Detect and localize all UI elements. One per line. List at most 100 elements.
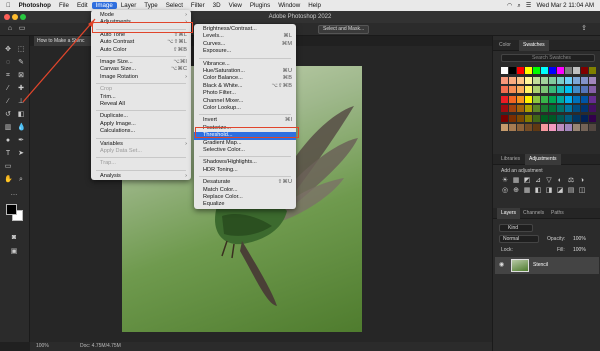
color-swatch[interactable] <box>565 114 572 122</box>
invert-icon[interactable]: ◧ <box>534 187 542 195</box>
color-swatch[interactable] <box>557 95 564 103</box>
color-swatch[interactable] <box>509 67 516 74</box>
color-swatch[interactable] <box>581 105 588 112</box>
hand-tool-icon[interactable]: ✋ <box>4 176 13 184</box>
menu-edit[interactable]: Edit <box>73 2 92 9</box>
color-swatch[interactable] <box>541 114 548 122</box>
color-swatch[interactable] <box>525 114 532 122</box>
menu-item-vibrance[interactable]: Vibrance... <box>194 61 296 68</box>
color-swatch[interactable] <box>525 86 532 93</box>
dodge-tool-icon[interactable]: ● <box>4 137 12 145</box>
menu-item-auto-color[interactable]: Auto Color ⇧⌘B <box>91 47 191 54</box>
menu-item-selective-color[interactable]: Selective Color... <box>194 147 296 154</box>
color-swatch[interactable] <box>565 67 572 74</box>
color-swatch[interactable] <box>565 95 572 103</box>
color-swatch[interactable] <box>501 67 508 74</box>
color-swatch[interactable] <box>541 86 548 93</box>
color-swatch[interactable] <box>549 124 556 131</box>
color-swatch[interactable] <box>501 105 508 112</box>
color-swatch[interactable] <box>533 67 540 74</box>
color-balance-icon[interactable]: ⚖ <box>567 177 575 185</box>
quick-mask-icon[interactable]: ◙ <box>10 234 18 242</box>
hue-saturation-icon[interactable]: ◐ <box>556 177 564 185</box>
color-swatch[interactable] <box>517 86 524 93</box>
color-swatch[interactable] <box>581 67 588 74</box>
color-swatch[interactable] <box>557 124 564 131</box>
color-swatch[interactable] <box>541 95 548 103</box>
menu-file[interactable]: File <box>55 2 73 9</box>
levels-icon[interactable]: ▦ <box>512 177 520 185</box>
zoom-level[interactable]: 100% <box>36 342 49 351</box>
menu-view[interactable]: View <box>225 2 246 9</box>
color-swatch[interactable] <box>517 95 524 103</box>
search-icon[interactable]: ⌕ <box>517 2 520 10</box>
menu-select[interactable]: Select <box>162 2 187 9</box>
menu-window[interactable]: Window <box>274 2 304 9</box>
foreground-color-swatch[interactable] <box>6 204 17 215</box>
color-swatch[interactable] <box>589 76 596 84</box>
close-window-icon[interactable] <box>4 14 10 20</box>
color-swatch[interactable] <box>581 95 588 103</box>
color-swatch[interactable] <box>581 76 588 84</box>
tab-adjustments[interactable]: Adjustments <box>525 154 561 165</box>
black-white-icon[interactable]: ◑ <box>578 177 586 185</box>
color-swatch[interactable] <box>549 86 556 93</box>
blend-mode-select[interactable]: Normal <box>499 235 539 243</box>
menu-type[interactable]: Type <box>140 2 161 9</box>
menu-item-brightness-contrast[interactable]: Brightness/Contrast... <box>194 26 296 33</box>
color-swatch[interactable] <box>533 76 540 84</box>
minimize-window-icon[interactable] <box>12 14 18 20</box>
color-swatch[interactable] <box>509 95 516 103</box>
menu-layer[interactable]: Layer <box>117 2 140 9</box>
menu-item-mode[interactable]: Mode › <box>91 12 191 19</box>
color-swatch[interactable] <box>509 105 516 112</box>
menu-plugins[interactable]: Plugins <box>246 2 274 9</box>
visibility-eye-icon[interactable]: ◉ <box>499 261 504 268</box>
brightness-icon[interactable]: ☀ <box>501 177 509 185</box>
menu-item-auto-contrast[interactable]: Auto Contrast ⌥⇧⌘L <box>91 39 191 46</box>
selective-color-icon[interactable]: ◫ <box>578 187 586 195</box>
tab-paths[interactable]: Paths <box>547 208 568 219</box>
color-swatch[interactable] <box>501 95 508 103</box>
tab-swatches[interactable]: Swatches <box>519 40 549 51</box>
brush-tool-icon[interactable]: ∕ <box>4 98 12 106</box>
color-swatch[interactable] <box>573 76 580 84</box>
menu-item-black-white[interactable]: Black & White... ⌥⇧⌘B <box>194 83 296 90</box>
color-swatch[interactable] <box>557 67 564 74</box>
screen-mode-icon[interactable]: ▣ <box>10 248 18 256</box>
vibrance-icon[interactable]: ▽ <box>545 177 553 185</box>
posterize-icon[interactable]: ◨ <box>545 187 553 195</box>
gradient-map-icon[interactable]: ▤ <box>567 187 575 195</box>
opacity-value[interactable]: 100% <box>573 236 586 242</box>
menu-item-invert[interactable]: Invert ⌘I <box>194 117 296 124</box>
menu-item-exposure[interactable]: Exposure... <box>194 48 296 55</box>
shape-tool-icon[interactable]: ▭ <box>4 163 12 171</box>
layer-row[interactable]: ◉ Stencil <box>495 257 599 274</box>
menu-help[interactable]: Help <box>304 2 325 9</box>
color-swatch[interactable] <box>549 114 556 122</box>
color-swatch[interactable] <box>541 67 548 74</box>
tab-layers[interactable]: Layers <box>497 208 521 219</box>
color-swatch[interactable] <box>573 95 580 103</box>
color-swatch[interactable] <box>557 76 564 84</box>
menu-item-gradient-map[interactable]: Gradient Map... <box>194 140 296 147</box>
menu-item-analysis[interactable]: Analysis › <box>91 173 191 180</box>
threshold-icon[interactable]: ◪ <box>556 187 564 195</box>
menu-item-color-lookup[interactable]: Color Lookup... <box>194 105 296 112</box>
color-swatch[interactable] <box>589 67 596 74</box>
color-swatch[interactable] <box>533 124 540 131</box>
color-swatch[interactable] <box>541 124 548 131</box>
color-swatch[interactable] <box>581 86 588 93</box>
color-swatch[interactable] <box>565 124 572 131</box>
menu-item-color-balance[interactable]: Color Balance... ⌘B <box>194 75 296 82</box>
color-swatch[interactable] <box>549 105 556 112</box>
menu-item-canvas-size[interactable]: Canvas Size... ⌥⌘C <box>91 66 191 73</box>
type-tool-icon[interactable]: T <box>4 150 12 158</box>
color-lookup-icon[interactable]: ▦ <box>523 187 531 195</box>
menu-item-hue-saturation[interactable]: Hue/Saturation... ⌘U <box>194 68 296 75</box>
share-icon[interactable]: ⇪ <box>580 25 588 33</box>
color-swatch[interactable] <box>565 76 572 84</box>
lasso-tool-icon[interactable]: ◌ <box>4 59 12 67</box>
color-swatch[interactable] <box>549 95 556 103</box>
color-swatch[interactable] <box>533 95 540 103</box>
